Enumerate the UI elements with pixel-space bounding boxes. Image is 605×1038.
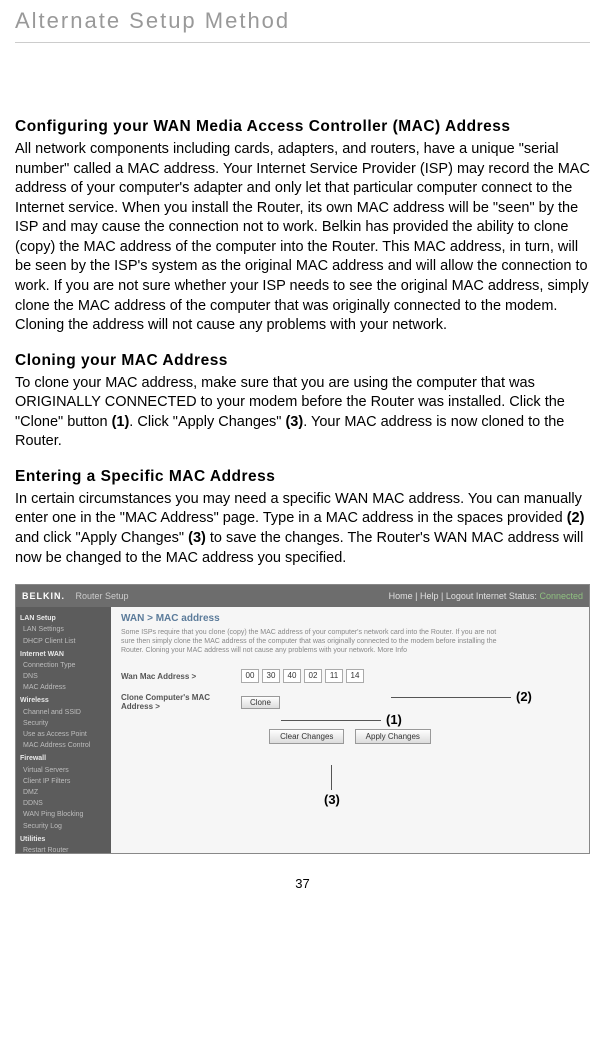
callout-label: (2)	[516, 689, 532, 704]
callout-line	[331, 765, 332, 790]
sidebar-item[interactable]: DDNS	[20, 798, 107, 809]
text-fragment: and click "Apply Changes"	[15, 530, 188, 546]
subbrand-label: Router Setup	[76, 591, 129, 601]
top-links: Home | Help | Logout Internet Status:	[389, 591, 537, 601]
sidebar-item[interactable]: Virtual Servers	[20, 765, 107, 776]
screenshot-topbar: BELKIN. Router Setup Home | Help | Logou…	[16, 585, 589, 607]
mac-field[interactable]: 00	[241, 669, 259, 683]
ref-marker: (2)	[567, 510, 585, 526]
sidebar-item[interactable]: MAC Address Control	[20, 740, 107, 751]
mac-field[interactable]: 02	[304, 669, 322, 683]
body-config-mac: All network components including cards, …	[15, 140, 590, 336]
section-title-cloning: Cloning your MAC Address	[15, 352, 590, 370]
page-header-title: Alternate Setup Method	[15, 0, 590, 43]
sidebar-head: Internet WAN	[20, 649, 107, 660]
section-title-specific: Entering a Specific MAC Address	[15, 468, 590, 486]
callout-label: (3)	[324, 792, 340, 807]
clone-button[interactable]: Clone	[241, 696, 280, 709]
wan-mac-label: Wan Mac Address >	[121, 672, 241, 681]
body-cloning: To clone your MAC address, make sure tha…	[15, 374, 590, 452]
sidebar-item[interactable]: MAC Address	[20, 682, 107, 693]
ref-marker: (1)	[112, 414, 130, 430]
mac-field[interactable]: 40	[283, 669, 301, 683]
sidebar-item[interactable]: Security Log	[20, 821, 107, 832]
mac-field[interactable]: 11	[325, 669, 343, 683]
text-fragment: . Click "Apply Changes"	[129, 414, 285, 430]
button-row: Clear Changes Apply Changes	[121, 729, 579, 744]
ref-marker: (3)	[285, 414, 303, 430]
sidebar-item[interactable]: WAN Ping Blocking	[20, 809, 107, 820]
panel-title: WAN > MAC address	[121, 613, 579, 624]
embedded-screenshot: BELKIN. Router Setup Home | Help | Logou…	[15, 584, 590, 854]
callout-line	[281, 720, 381, 721]
sidebar-item[interactable]: LAN Settings	[20, 624, 107, 635]
body-specific: In certain circumstances you may need a …	[15, 490, 590, 568]
sidebar-head: Wireless	[20, 695, 107, 706]
sidebar-item[interactable]: Use as Access Point	[20, 729, 107, 740]
mac-field[interactable]: 14	[346, 669, 364, 683]
sidebar-item[interactable]: Connection Type	[20, 660, 107, 671]
screenshot-main: WAN > MAC address Some ISPs require that…	[111, 607, 589, 853]
clone-label: Clone Computer's MAC Address >	[121, 693, 241, 711]
sidebar-head: LAN Setup	[20, 613, 107, 624]
sidebar-item[interactable]: Client IP Filters	[20, 776, 107, 787]
sidebar-item[interactable]: Restart Router	[20, 845, 107, 854]
sidebar-head: Utilities	[20, 834, 107, 845]
callout-line	[391, 697, 511, 698]
section-title-config-mac: Configuring your WAN Media Access Contro…	[15, 118, 590, 136]
brand-label: BELKIN.	[22, 591, 65, 601]
panel-intro: Some ISPs require that you clone (copy) …	[121, 628, 501, 655]
mac-field[interactable]: 30	[262, 669, 280, 683]
page-number: 37	[15, 876, 590, 891]
screenshot-sidebar: LAN Setup LAN Settings DHCP Client List …	[16, 607, 111, 853]
sidebar-item[interactable]: DHCP Client List	[20, 636, 107, 647]
callout-label: (1)	[386, 712, 402, 727]
text-fragment: In certain circumstances you may need a …	[15, 491, 582, 527]
sidebar-head: Firewall	[20, 753, 107, 764]
apply-changes-button[interactable]: Apply Changes	[355, 729, 431, 744]
sidebar-item[interactable]: DNS	[20, 671, 107, 682]
wan-mac-row: Wan Mac Address > 00 30 40 02 11 14	[121, 669, 579, 683]
ref-marker: (3)	[188, 530, 206, 546]
sidebar-item[interactable]: Security	[20, 718, 107, 729]
sidebar-item[interactable]: Channel and SSID	[20, 707, 107, 718]
sidebar-item[interactable]: DMZ	[20, 787, 107, 798]
clone-row: Clone Computer's MAC Address > Clone	[121, 693, 579, 711]
status-badge: Connected	[539, 591, 583, 601]
clear-changes-button[interactable]: Clear Changes	[269, 729, 344, 744]
